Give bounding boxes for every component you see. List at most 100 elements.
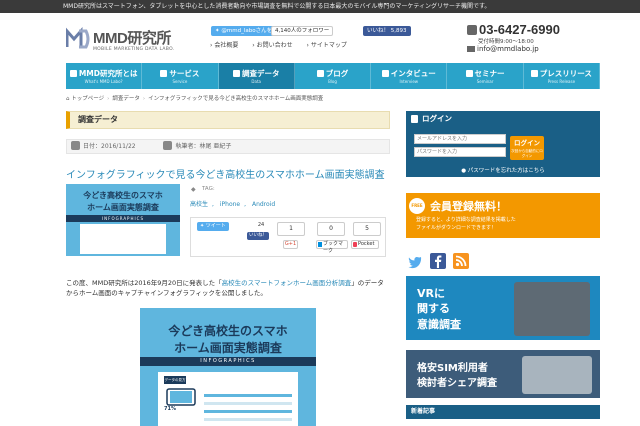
seminar-icon bbox=[465, 70, 473, 77]
breadcrumb: ⌂ トップページ › 調査データ › インフォグラフィックで見る今どき高校生のスマホホー… bbox=[66, 96, 324, 102]
mail-icon bbox=[467, 46, 475, 52]
tag-icon: ◆ bbox=[191, 186, 196, 193]
login-title: ログイン bbox=[406, 111, 600, 127]
sim-banner-line1: 格安SIM利用者 bbox=[417, 363, 488, 374]
infographic-bar bbox=[204, 402, 292, 405]
pocket-button[interactable]: Pocket bbox=[351, 240, 379, 249]
breadcrumb-data[interactable]: 調査データ bbox=[112, 96, 140, 102]
phone-icon bbox=[467, 25, 477, 35]
tweet-count: 24 bbox=[247, 220, 275, 232]
section-title: 調査データ bbox=[66, 111, 390, 129]
vr-headset-image bbox=[514, 282, 590, 336]
article-meta: 日付：2016/11/22 執筆者：林尾 亜紀子 bbox=[66, 139, 390, 154]
thumbnail-title-line1: 今どき高校生のスマホ bbox=[83, 191, 163, 200]
top-announcement-bar: MMD研究所はスマートフォン、タブレットを中心とした消費者動向や市場調査を無料で… bbox=[0, 0, 640, 13]
survey-link[interactable]: 高校生のスマートフォンホーム画面分析調査 bbox=[222, 279, 352, 287]
nav-service[interactable]: サービス Service bbox=[142, 63, 219, 89]
share-buttons: ✦ ツイート 24 いいね！ 1 0 5 G+1 ブックマーク Pocket bbox=[190, 217, 386, 257]
phone-number: 03-6427-6990 bbox=[467, 22, 560, 37]
infographic-band: INFOGRAPHICS bbox=[140, 357, 316, 366]
vr-survey-banner[interactable]: VRに 関する 意識調査 bbox=[406, 276, 600, 340]
google-plus-button[interactable]: G+1 bbox=[283, 240, 298, 249]
infographic-bar bbox=[204, 410, 292, 413]
article-title[interactable]: インフォグラフィックで見る今どき高校生のスマホホーム画面実態調査 bbox=[66, 166, 385, 181]
login-button[interactable]: ログイン 次回から自動的にログイン bbox=[510, 136, 544, 160]
pocket-count: 5 bbox=[353, 222, 381, 236]
vr-banner-line3: 意識調査 bbox=[417, 318, 461, 331]
vr-banner-line2: 関する bbox=[417, 302, 450, 315]
email-input[interactable] bbox=[414, 134, 506, 144]
nav-blog[interactable]: ブログ Blog bbox=[295, 63, 372, 89]
recent-articles-header: 新着記事 bbox=[406, 405, 600, 419]
calendar-icon bbox=[71, 141, 80, 150]
infographic-bars bbox=[204, 394, 292, 426]
article-thumbnail[interactable]: 今どき高校生のスマホ ホーム画面実態調査 INFOGRAPHICS bbox=[66, 184, 180, 256]
tag-link[interactable]: 高校生 bbox=[190, 201, 208, 208]
breadcrumb-current: インフォグラフィックで見る今どき高校生のスマホホーム画面実態調査 bbox=[148, 96, 324, 102]
header-link-sitemap[interactable]: › サイトマップ bbox=[307, 42, 353, 49]
article-tags: 高校生, iPhone, Android bbox=[190, 201, 276, 208]
vr-banner-line1: VRに bbox=[417, 287, 445, 300]
pen-icon bbox=[163, 141, 173, 150]
logo-name: MMD研究所 bbox=[93, 30, 171, 47]
nav-press-release[interactable]: プレスリリース Press Release bbox=[524, 63, 600, 89]
sns-links bbox=[407, 253, 469, 269]
nav-interview[interactable]: インタビュー Interview bbox=[371, 63, 448, 89]
site-header: MMD研究所 MOBILE MARKETING DATA LABO. ✦ @mm… bbox=[0, 13, 640, 64]
password-input[interactable] bbox=[414, 147, 506, 157]
infographic-percent: 71% bbox=[164, 406, 176, 412]
article-date: 日付：2016/11/22 bbox=[83, 143, 136, 150]
site-logo[interactable]: MMD研究所 MOBILE MARKETING DATA LABO. bbox=[66, 27, 186, 57]
infographic-card-head: データの見方 bbox=[164, 376, 186, 384]
sim-survey-banner[interactable]: 格安SIM利用者 検討者シェア調査 bbox=[406, 350, 600, 398]
article-body: この度、MMD研究所は2016年9月20日に発表した「高校生のスマートフォンホー… bbox=[66, 279, 384, 297]
announcement-text: MMD研究所はスマートフォン、タブレットを中心とした消費者動向や市場調査を無料で… bbox=[63, 3, 491, 10]
sim-banner-line2: 検討者シェア調査 bbox=[417, 378, 497, 389]
document-icon bbox=[232, 70, 240, 77]
hatena-bookmark-button[interactable]: ブックマーク bbox=[316, 240, 348, 254]
thumbnail-card bbox=[80, 224, 166, 254]
sim-card-image bbox=[522, 356, 592, 394]
service-icon bbox=[160, 70, 168, 77]
header-link-contact[interactable]: › お問い合わせ bbox=[252, 42, 298, 49]
header-link-company[interactable]: › 会社概要 bbox=[210, 42, 244, 49]
logo-subtitle: MOBILE MARKETING DATA LABO. bbox=[93, 47, 175, 52]
thumbnail-title-line2: ホーム画面実態調査 bbox=[87, 203, 159, 212]
breadcrumb-home[interactable]: トップページ bbox=[71, 96, 104, 102]
tweet-button[interactable]: ✦ ツイート bbox=[197, 222, 229, 231]
microphone-icon bbox=[381, 70, 389, 77]
header-links: › 会社概要 › お問い合わせ › サイトマップ bbox=[210, 40, 359, 49]
twitter-icon[interactable] bbox=[407, 253, 423, 269]
megaphone-icon bbox=[530, 70, 538, 77]
flask-icon bbox=[69, 70, 77, 77]
twitter-follower-count: 4,140人のフォロワー bbox=[271, 26, 334, 36]
infographic-title-line1: 今どき高校生のスマホ bbox=[168, 324, 288, 338]
nav-about[interactable]: MMD研究所とは What's MMD Labo? bbox=[66, 63, 143, 89]
nav-data[interactable]: 調査データ Data bbox=[218, 63, 295, 89]
smartphone-icon bbox=[166, 388, 196, 406]
rss-icon[interactable] bbox=[453, 253, 469, 269]
tag-link[interactable]: iPhone bbox=[220, 201, 240, 208]
tags-label: TAG: bbox=[202, 186, 215, 192]
nav-seminar[interactable]: セミナー Seminar bbox=[447, 63, 524, 89]
hatena-count: 0 bbox=[317, 222, 345, 236]
infographic-bar bbox=[204, 394, 292, 397]
register-desc-1: 登録すると、より詳細な調査結果を掲載した bbox=[416, 217, 516, 223]
tag-link[interactable]: Android bbox=[252, 201, 275, 208]
facebook-icon[interactable] bbox=[430, 253, 446, 269]
infographic-card: データの見方 71% bbox=[158, 372, 298, 426]
infographic-image: 今どき高校生のスマホ ホーム画面実態調査 INFOGRAPHICS データの見方… bbox=[140, 308, 316, 426]
business-hours: 受付時間9:00～18:00 bbox=[478, 39, 534, 45]
register-desc-2: ファイルがダウンロードできます！ bbox=[416, 225, 497, 231]
facebook-like-button[interactable]: いいね！ 5,893 bbox=[363, 26, 411, 36]
thumbnail-band: INFOGRAPHICS bbox=[66, 215, 180, 222]
pencil-icon bbox=[316, 70, 324, 77]
free-badge: FREE bbox=[409, 198, 425, 214]
fb-like-small-button[interactable]: いいね！ bbox=[247, 232, 269, 240]
infographic-bar bbox=[204, 418, 292, 421]
login-panel: ログイン ログイン次回から自動的にログイン ● パスワードを忘れた方はこちら bbox=[406, 111, 600, 177]
contact-email[interactable]: info@mmdlabo.jp bbox=[467, 45, 539, 53]
forgot-password-link[interactable]: ● パスワードを忘れた方はこちら bbox=[406, 166, 600, 174]
auto-login-label: 次回から自動的にログイン bbox=[511, 149, 543, 158]
register-banner[interactable]: FREE 会員登録無料！ 登録すると、より詳細な調査結果を掲載した ファイルがダ… bbox=[406, 193, 600, 238]
